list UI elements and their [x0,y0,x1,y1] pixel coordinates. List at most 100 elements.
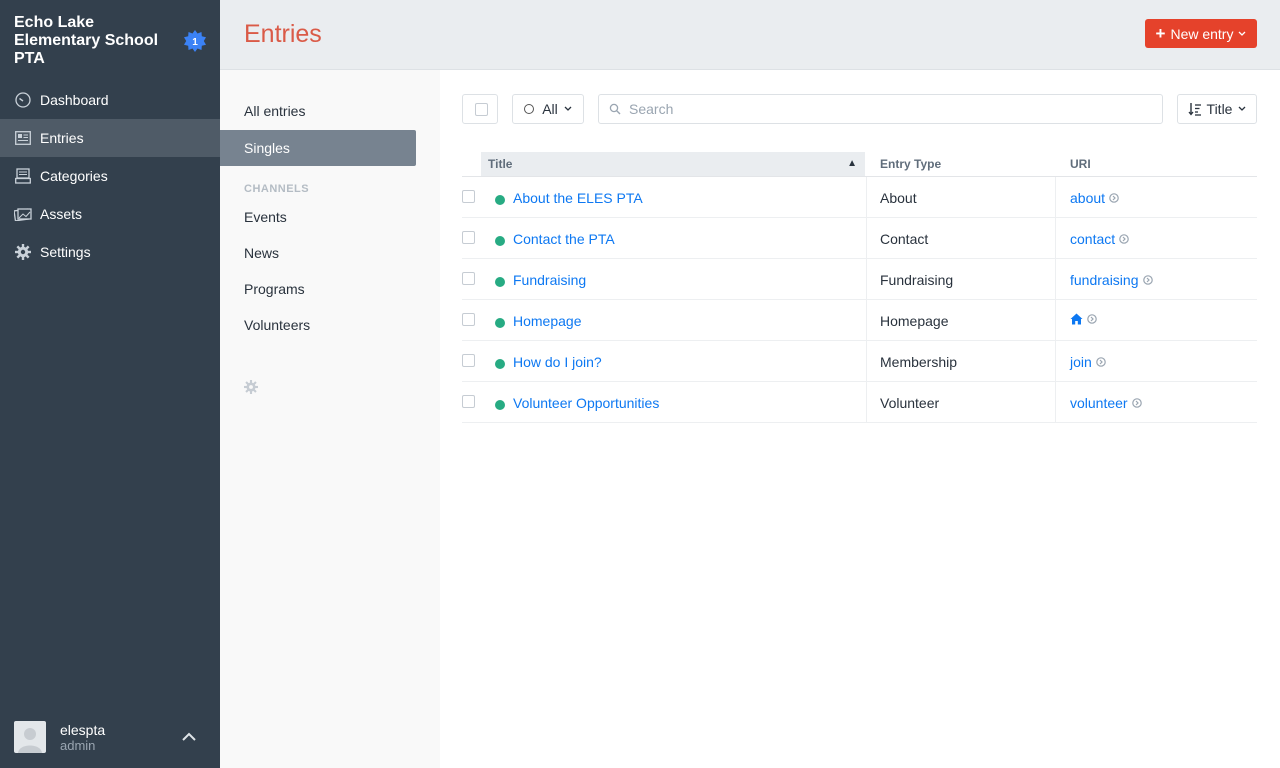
categories-icon [14,167,32,185]
site-name[interactable]: Echo Lake Elementary School PTA [14,14,174,68]
source-news[interactable]: News [220,235,416,271]
row-checkbox[interactable] [462,354,475,367]
entry-uri: join [1070,354,1106,370]
update-badge-icon[interactable]: 1 [184,30,206,52]
entry-uri-link[interactable]: volunteer [1070,395,1128,411]
column-header-label: URI [1070,157,1091,171]
column-header-uri[interactable]: URI [1070,152,1240,176]
nav-item-entries[interactable]: Entries [0,119,220,157]
page-header: Entries + New entry [220,0,1280,70]
source-programs[interactable]: Programs [220,271,416,307]
status-filter-label: All [542,101,558,117]
entry-uri-link[interactable]: fundraising [1070,272,1139,288]
column-header-title[interactable]: Title ▲ [481,152,865,176]
column-divider [866,218,867,258]
source-label: Singles [244,140,290,156]
entry-uri-link[interactable]: contact [1070,231,1115,247]
source-events[interactable]: Events [220,199,416,235]
gear-icon[interactable] [244,380,258,394]
user-account[interactable]: elespta admin [14,721,214,755]
nav-item-dashboard[interactable]: Dashboard [0,81,220,119]
search-input[interactable] [627,100,1151,118]
table-row: About the ELES PTA About about [462,177,1257,218]
column-header-entry-type[interactable]: Entry Type [880,152,1050,176]
status-live-icon [495,195,505,205]
page-title: Entries [244,20,322,48]
status-live-icon [495,359,505,369]
sort-ascending-icon: ▲ [847,158,857,169]
source-singles[interactable]: Singles [220,130,416,166]
avatar[interactable] [14,721,46,753]
go-to-icon[interactable] [1119,234,1129,244]
assets-icon [14,205,32,223]
entry-title-link[interactable]: Contact the PTA [513,231,615,247]
chevron-down-icon [1239,31,1246,36]
entry-type: About [880,190,917,206]
go-to-icon[interactable] [1142,275,1153,285]
source-label: Programs [244,281,305,297]
status-live-icon [495,318,505,328]
search-box[interactable] [598,94,1163,124]
column-divider [1055,177,1056,217]
entry-uri-link[interactable]: about [1070,190,1105,206]
nav-item-categories[interactable]: Categories [0,157,220,195]
update-badge-count: 1 [192,37,198,48]
chevron-up-icon[interactable] [180,729,198,745]
search-icon [609,103,621,115]
column-divider [1055,259,1056,299]
entry-type: Membership [880,354,958,370]
username: elespta [60,722,106,738]
column-divider [866,177,867,217]
column-divider [1055,341,1056,381]
user-role: admin [60,738,96,753]
status-live-icon [495,236,505,246]
column-divider [1055,300,1056,340]
row-checkbox[interactable] [462,272,475,285]
row-checkbox[interactable] [462,395,475,408]
column-header-label: Entry Type [880,157,942,171]
sort-menu-button[interactable]: Title [1177,94,1257,124]
column-divider [866,341,867,381]
entry-uri-link[interactable]: join [1070,354,1092,370]
entry-title-link[interactable]: How do I join? [513,354,602,370]
nav-item-label: Entries [40,130,84,146]
home-icon[interactable] [1070,313,1083,325]
table-row: Homepage Homepage [462,300,1257,341]
status-filter-menu[interactable]: All [512,94,584,124]
new-entry-label: New entry [1170,25,1234,42]
new-entry-button[interactable]: + New entry [1145,19,1257,48]
entry-title-link[interactable]: Volunteer Opportunities [513,395,659,411]
go-to-icon[interactable] [1131,398,1142,408]
status-live-icon [495,400,505,410]
entry-uri: fundraising [1070,272,1153,288]
entry-title-link[interactable]: About the ELES PTA [513,190,643,206]
nav-item-label: Settings [40,244,91,260]
source-volunteers[interactable]: Volunteers [220,307,416,343]
source-all-entries[interactable]: All entries [220,93,416,129]
entry-type: Volunteer [880,395,940,411]
column-header-label: Title [488,157,513,171]
chevron-down-icon [564,106,572,111]
go-to-icon[interactable] [1087,314,1097,324]
table-header: Title ▲ Entry Type URI [462,152,1257,177]
select-all-checkbox[interactable] [462,94,498,124]
go-to-icon[interactable] [1095,357,1106,367]
go-to-icon[interactable] [1109,193,1119,203]
row-checkbox[interactable] [462,190,475,203]
entry-title-link[interactable]: Homepage [513,313,582,329]
row-checkbox[interactable] [462,313,475,326]
table-row: How do I join? Membership join [462,341,1257,382]
checkbox-box [475,103,488,116]
dashboard-icon [14,91,32,109]
status-circle-icon [524,104,535,114]
column-divider [866,300,867,340]
entry-title-link[interactable]: Fundraising [513,272,586,288]
row-checkbox[interactable] [462,231,475,244]
nav-item-settings[interactable]: Settings [0,233,220,271]
entry-uri: contact [1070,231,1129,247]
nav-item-assets[interactable]: Assets [0,195,220,233]
column-divider [1055,382,1056,422]
entries-icon [14,129,32,147]
entry-uri: about [1070,190,1119,206]
nav-item-label: Categories [40,168,108,184]
